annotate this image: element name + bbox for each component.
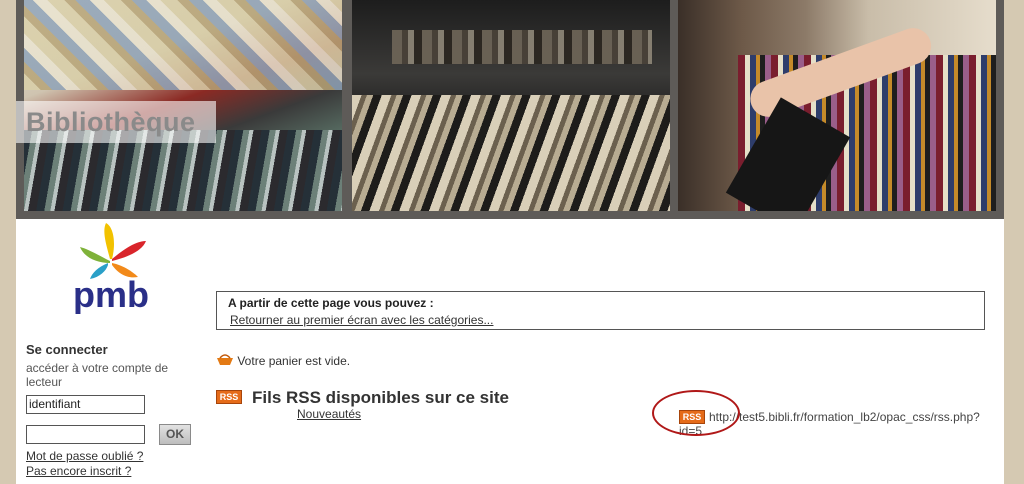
pmb-logo[interactable]: pmb [66,219,156,314]
username-input[interactable]: identifiant [26,395,145,414]
basket-status: Votre panier est vide. [216,353,350,368]
basket-text: Votre panier est vide. [237,354,351,368]
main-content: pmb Se connecter accéder à votre compte … [16,219,1004,484]
info-heading: A partir de cette page vous pouvez : [228,296,434,310]
logo-text: pmb [73,274,149,314]
basket-icon [217,354,233,365]
hand-picking-book-photo [678,0,996,211]
navigation-info-box: A partir de cette page vous pouvez : Ret… [216,291,985,330]
site-title-box: Bibliothèque [16,101,216,143]
back-to-categories-link[interactable]: Retourner au premier écran avec les caté… [230,313,493,327]
rss-title-text: Fils RSS disponibles sur ce site [252,388,509,407]
header-banner: Bibliothèque [16,0,1004,219]
login-subtitle: accéder à votre compte de lecteur [26,361,169,389]
register-link[interactable]: Pas encore inscrit ? [26,464,131,478]
feed-nouveautes-link[interactable]: Nouveautés [297,407,361,421]
site-title: Bibliothèque [26,107,196,137]
login-title: Se connecter [26,342,108,357]
login-ok-button[interactable]: OK [159,424,191,445]
highlight-circle [652,390,740,436]
bookshelf-photo [352,0,670,211]
password-input[interactable] [26,425,145,444]
rss-icon: RSS [216,390,242,404]
forgot-password-link[interactable]: Mot de passe oublié ? [26,449,143,463]
